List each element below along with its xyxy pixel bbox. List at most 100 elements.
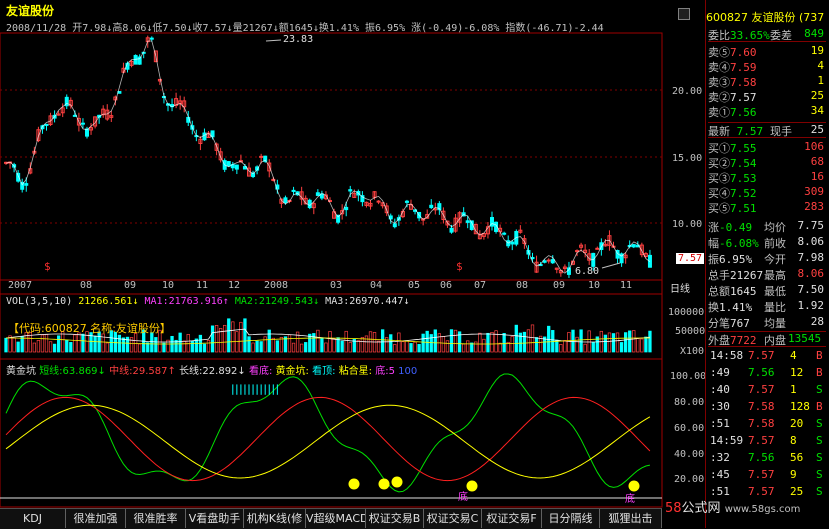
sell-row[interactable]: 卖③7.58 1	[708, 74, 826, 89]
price-candle	[542, 260, 547, 263]
tick-row: :40 7.57 1 S	[708, 383, 828, 398]
indicator-hundred: 100	[398, 366, 418, 377]
tick-price: 7.56	[748, 451, 775, 464]
volume-bar	[133, 333, 138, 353]
stat-value: 7.98	[797, 251, 825, 264]
buy-row[interactable]: 买④7.52 309	[708, 185, 826, 200]
tab-1[interactable]: 很准加强	[66, 509, 126, 528]
volume-bar	[530, 324, 535, 353]
volume-bar	[611, 333, 616, 353]
volume-bar	[356, 340, 360, 353]
stat-row: 振6.95% 今开 7.98	[708, 251, 826, 266]
vol-watermark: 【代码:600827 名称:友谊股份】	[8, 322, 171, 335]
volume-bar	[332, 338, 336, 353]
tab-6[interactable]: 权证交易B	[366, 509, 424, 528]
indicator-header: 黄金坑 短线:63.869↓ 中线:29.587↑ 长线:22.892↓ 看底:…	[6, 362, 417, 377]
buy-label: 买④	[708, 187, 730, 200]
tab-2[interactable]: 很准胜率	[126, 509, 186, 528]
vol-axis-label: 50000	[675, 326, 706, 337]
price-candle	[376, 200, 381, 203]
stat-label: 振	[708, 253, 719, 266]
volume-bar	[591, 342, 595, 353]
tab-9[interactable]: 日分隔线	[542, 509, 600, 528]
close-icon[interactable]	[678, 8, 690, 20]
volume-bar	[393, 344, 397, 353]
tab-4[interactable]: 机构K线(修	[244, 509, 306, 528]
volume-bar	[433, 329, 437, 353]
buy-row[interactable]: 买②7.54 68	[708, 155, 826, 170]
volume-bar	[348, 342, 352, 353]
stat-value: 6.95%	[719, 253, 753, 266]
tab-kdj[interactable]: KDJ	[0, 509, 66, 528]
volume-bar	[210, 325, 215, 353]
tick-direction: B	[816, 349, 823, 362]
date-label: 2008	[264, 280, 289, 291]
price-candle	[404, 200, 409, 203]
price-candle	[149, 37, 154, 40]
buy-row[interactable]: 买⑤7.51 283	[708, 200, 826, 215]
buy-row[interactable]: 买③7.53 16	[708, 170, 826, 185]
sell-row[interactable]: 卖⑤7.60 19	[708, 44, 826, 59]
stat-row: 换1.41% 量比 1.92	[708, 299, 826, 314]
vol-ma1: MA1:21763.916↑	[144, 296, 229, 307]
tick-row: 14:59 7.57 8 S	[708, 434, 828, 449]
smiley-icon	[348, 478, 360, 490]
price-candle	[80, 122, 85, 125]
leader-line	[265, 39, 282, 42]
date-label: 08	[516, 280, 529, 291]
tab-8[interactable]: 权证交易F	[482, 509, 542, 528]
chart-area[interactable]: $ $	[0, 0, 705, 528]
tab-10[interactable]: 狐狸出击	[600, 509, 662, 528]
tick-row: 14:58 7.57 4 B	[708, 349, 828, 364]
price-candle	[546, 259, 551, 262]
volume-bar	[247, 336, 251, 353]
volume-bar	[397, 332, 401, 353]
price-candle	[344, 206, 349, 211]
volume-bar	[575, 336, 579, 353]
sell-row[interactable]: 卖②7.57 25	[708, 89, 826, 104]
buy-price: 7.55	[730, 142, 757, 155]
tick-time: :40	[710, 383, 730, 396]
sell-label: 卖②	[708, 91, 730, 104]
volume-bar	[275, 340, 279, 353]
volume-bar	[603, 334, 608, 353]
latest-row: 最新 7.57 现手 25	[708, 122, 826, 138]
volume-bar	[381, 329, 385, 353]
tick-row: :30 7.58 128 B	[708, 400, 828, 415]
price-candle	[307, 199, 312, 209]
sell-row[interactable]: 卖④7.59 4	[708, 59, 826, 74]
volume-bar	[69, 342, 73, 353]
price-candle	[348, 189, 353, 192]
indicator-name2: 黄金坑:	[275, 366, 309, 377]
stat-label: 最低	[764, 285, 786, 298]
volume-bar	[579, 329, 583, 353]
tab-5[interactable]: V超级MACD(	[306, 509, 366, 528]
stat-row: 分笔767 均量 28	[708, 315, 826, 330]
buy-row[interactable]: 买①7.55 106	[708, 140, 826, 155]
period-label[interactable]: 日线	[670, 280, 690, 295]
inner-label: 内盘	[764, 334, 786, 347]
price-candle	[502, 232, 507, 235]
volume-bar	[231, 321, 235, 353]
tab-3[interactable]: V看盘助手	[186, 509, 244, 528]
volume-bar	[502, 333, 506, 353]
volume-bar	[474, 341, 478, 353]
bottom-marker: 底	[625, 494, 635, 505]
buy-price: 7.53	[730, 172, 757, 185]
tab-7[interactable]: 权证交易C	[424, 509, 482, 528]
tick-direction: S	[816, 485, 823, 498]
volume-bar	[223, 324, 227, 353]
volume-bar	[300, 343, 304, 353]
inner-value: 13545	[788, 332, 822, 345]
vol-value: 21266.561↓	[78, 296, 139, 307]
tick-direction: B	[816, 366, 823, 379]
price-axis-label: 10.00	[672, 219, 703, 230]
volume-bar	[117, 334, 122, 353]
tick-direction: S	[816, 417, 823, 430]
volume-bar	[312, 333, 316, 353]
latest-label: 最新	[708, 125, 730, 138]
tick-price: 7.57	[748, 349, 775, 362]
price-candle	[550, 259, 555, 264]
sell-label: 卖④	[708, 61, 730, 74]
sell-row[interactable]: 卖①7.56 34	[708, 104, 826, 119]
